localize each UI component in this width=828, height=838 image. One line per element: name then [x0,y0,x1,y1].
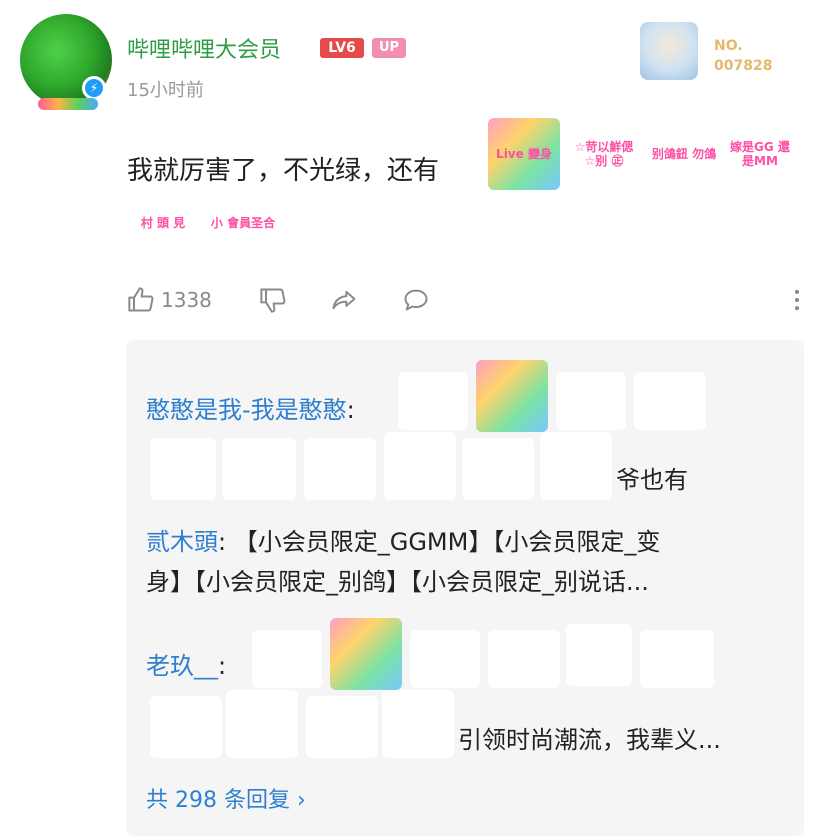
sticker-kexi [410,630,480,688]
verified-icon: ⚡ [82,76,106,100]
post-time: 15小时前 [127,80,204,101]
reply-2-line2: 身】【小会员限定_别鸽】【小会员限定_别说话... [146,568,649,596]
sticker-ggmm [398,372,468,430]
sticker-miss [306,696,378,758]
sticker-miss [462,438,534,500]
up-badge: UP [372,38,406,58]
sticker-biege: 别鴿鈕 勿鴿 [648,124,720,184]
reply-2-sep: : [218,528,227,556]
sticker-cuntoujian [150,438,216,500]
sticker-label: ☆苛以鮮偲 ☆别 ㊣ [574,140,634,168]
sticker-dianxia [640,630,714,688]
reply-2-line1: 【小会员限定_GGMM】【小会员限定_变 [233,528,661,556]
avatar-pendant [38,98,98,110]
sticker-biege [634,372,706,430]
sticker-xiaohuiyuan [540,432,612,500]
reply-3-header: 老玖__: [146,648,226,684]
sticker-ggmm [252,630,322,688]
sticker-kaixin-heart [226,690,298,758]
reply-1-sep: : [346,396,355,424]
fan-badge-image[interactable] [640,22,698,80]
sticker-jiangguo [150,696,222,758]
sticker-love-bianshen: Live 變身 [488,118,560,190]
thumbs-down-icon [260,288,286,313]
reply-3-username[interactable]: 老玖__ [146,652,218,680]
more-dots-icon [794,289,800,311]
share-icon [332,290,356,310]
sticker-label: 小 會員圣合 [210,216,276,230]
reply-2: 贰木頭: 【小会员限定_GGMM】【小会员限定_变 [146,524,786,560]
level-badge: LV6 [320,38,364,58]
sticker-label: 别鴿鈕 勿鴿 [651,147,717,161]
reply-3-text: 引领时尚潮流，我辈义... [458,726,721,754]
more-button[interactable] [783,284,811,316]
sticker-love-bianshen [476,360,548,432]
fan-number-label: NO. [714,38,743,54]
comment-text: 我就厉害了，不光绿，还有 [127,156,440,186]
avatar[interactable]: ⚡ [20,14,112,110]
sticker-love-bianshen [330,618,402,690]
sticker-cuntoujian [566,624,632,686]
sticker-dianxia [222,438,296,500]
reply-1-header: 憨憨是我-我是憨憨: [146,392,355,428]
sticker-label: 村 頭 見 [140,216,186,230]
sticker-label: 嫁是GG 還是MM [730,140,790,168]
sticker-ggmm: 嫁是GG 還是MM [726,124,794,184]
reply-button[interactable] [402,284,430,316]
sticker-xiaohuiyuan [382,690,454,758]
sticker-jiangguo [304,438,376,500]
username[interactable]: 哔哩哔哩大会员 [127,32,281,64]
reply-2-username[interactable]: 贰木頭 [146,528,218,556]
comment-bubble-icon [404,289,428,311]
sticker-cuntoujian: 村 頭 見 [130,190,196,256]
sticker-kexi [556,372,626,430]
sticker-kaixin-heart [384,432,456,500]
reply-1-text: 爷也有 [616,466,688,494]
like-count: 1338 [161,288,212,312]
fan-number-value: 007828 [714,58,773,74]
view-all-replies-link[interactable]: 共 298 条回复 › [146,782,306,814]
comment-actions: 1338 [127,284,807,316]
fan-number: NO. 007828 [714,36,772,76]
dislike-button[interactable] [259,284,287,316]
sticker-label: Live 變身 [496,147,552,161]
reply-3-sep: : [218,652,227,680]
sticker-xiaohuiyuan: 小 會員圣合 [206,190,280,256]
reply-1-username[interactable]: 憨憨是我-我是憨憨 [146,396,347,424]
share-button[interactable] [330,284,358,316]
like-button[interactable]: 1338 [127,284,212,316]
thumbs-up-icon [128,287,154,312]
sticker-kexi: ☆苛以鮮偲 ☆别 ㊣ [570,124,638,184]
sticker-biege [488,630,560,688]
